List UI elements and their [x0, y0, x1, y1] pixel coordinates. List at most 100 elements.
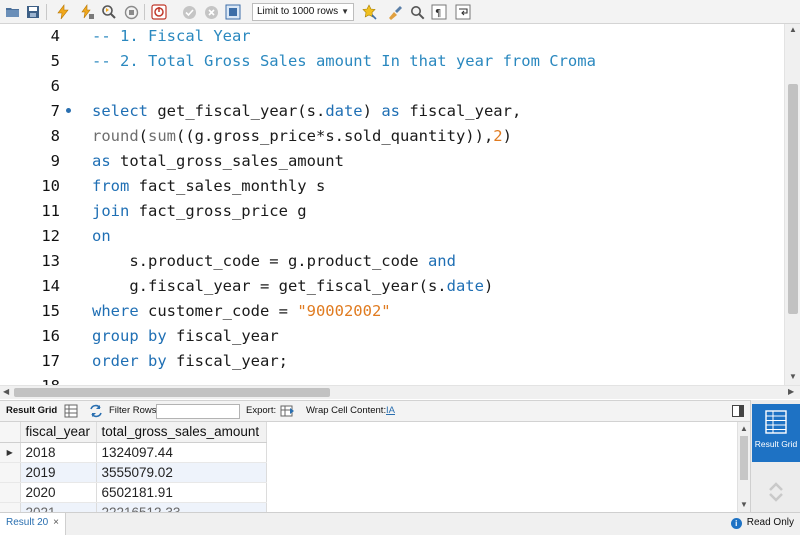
brush-icon[interactable]	[386, 3, 404, 21]
beautify-icon[interactable]	[360, 3, 378, 21]
result-grid-icon	[765, 410, 787, 434]
code-line: g.fiscal_year = get_fiscal_year(s.date)	[92, 277, 494, 295]
table-cell[interactable]: 2018	[20, 442, 97, 463]
line-number: 16	[41, 327, 60, 345]
code-line: order by fiscal_year;	[92, 352, 289, 370]
line-number: 7	[50, 102, 60, 120]
export-label: Export:	[246, 405, 277, 416]
scrollbar-thumb[interactable]	[788, 84, 798, 314]
wrap-cell-content-icon[interactable]: IA	[386, 405, 395, 416]
table-row[interactable]: 2019 3555079.02	[0, 462, 267, 483]
grid-layout-icon[interactable]	[64, 404, 80, 419]
toggle-result-icon[interactable]	[224, 3, 242, 21]
table-cell[interactable]: 2021	[20, 502, 97, 512]
line-number: 10	[41, 177, 60, 195]
scroll-down-icon[interactable]: ▼	[740, 500, 748, 509]
find-icon[interactable]	[408, 3, 426, 21]
result-side-panel: Result Grid	[750, 400, 800, 512]
result-grid-button[interactable]: Result Grid	[752, 404, 800, 462]
table-row[interactable]: 2020 6502181.91	[0, 482, 267, 503]
scroll-down-icon[interactable]: ▼	[789, 372, 797, 381]
result-grid-tab[interactable]: Result Grid	[6, 405, 57, 416]
line-number: 14	[41, 277, 60, 295]
line-number: 18	[0, 377, 60, 385]
panel-toggle-icon[interactable]	[732, 405, 748, 420]
line-number: 6	[50, 77, 60, 95]
code-line: -- 1. Fiscal Year	[92, 27, 251, 45]
scrollbar-thumb[interactable]	[740, 436, 748, 480]
info-icon: i	[730, 518, 742, 529]
table-cell[interactable]: 2019	[20, 462, 97, 483]
code-line: s.product_code = g.product_code and	[92, 252, 456, 270]
row-header	[0, 502, 21, 512]
result-grid-button-label: Result Grid	[754, 439, 798, 449]
column-header[interactable]: fiscal_year	[20, 422, 97, 443]
current-row-arrow-icon: ▶	[0, 442, 21, 463]
execute-current-icon[interactable]	[78, 3, 96, 21]
line-number: 13	[41, 252, 60, 270]
svg-text:¶: ¶	[435, 8, 441, 19]
table-header-row: fiscal_year total_gross_sales_amount	[0, 422, 267, 443]
line-number: 15	[41, 302, 60, 320]
table-cell[interactable]: 1324097.44	[96, 442, 267, 463]
line-number: 11	[41, 202, 60, 220]
table-row[interactable]: 2021 22216512.33	[0, 502, 267, 512]
result-grid[interactable]: fiscal_year total_gross_sales_amount ▶ 2…	[0, 422, 737, 512]
line-number: 4	[50, 27, 60, 45]
invisible-chars-icon[interactable]: ¶	[430, 3, 448, 21]
toolbar-separator	[46, 4, 47, 20]
line-number: 17	[41, 352, 60, 370]
scroll-up-icon[interactable]: ▲	[789, 25, 797, 34]
table-cell[interactable]: 22216512.33	[96, 502, 267, 512]
sql-editor[interactable]: 4 -- 1. Fiscal Year 5 -- 2. Total Gross …	[0, 24, 800, 385]
expand-panel-icon[interactable]	[767, 480, 785, 504]
row-header-corner	[0, 422, 21, 443]
wrap-icon[interactable]	[454, 3, 472, 21]
table-cell[interactable]: 3555079.02	[96, 462, 267, 483]
rollback-icon[interactable]	[202, 3, 220, 21]
execute-icon[interactable]	[54, 3, 72, 21]
export-icon[interactable]	[280, 404, 296, 419]
table-cell[interactable]: 2020	[20, 482, 97, 503]
code-line: -- 2. Total Gross Sales amount In that y…	[92, 52, 596, 70]
code-line: join fact_gross_price g	[92, 202, 307, 220]
scroll-up-icon[interactable]: ▲	[740, 424, 748, 433]
refresh-icon[interactable]	[88, 404, 104, 419]
code-line: where customer_code = "90002002"	[92, 302, 391, 320]
row-header	[0, 462, 21, 483]
limit-rows-value: Limit to 1000 rows	[257, 6, 339, 17]
table-row[interactable]: ▶ 2018 1324097.44	[0, 442, 267, 463]
read-only-label: Read Only	[746, 517, 794, 528]
scrollbar-thumb[interactable]	[14, 388, 330, 397]
folder-open-icon[interactable]	[4, 3, 22, 21]
commit-icon[interactable]	[180, 3, 198, 21]
code-line: round(sum((g.gross_price*s.sold_quantity…	[92, 127, 512, 145]
code-line: as total_gross_sales_amount	[92, 152, 344, 170]
code-line: on	[92, 227, 111, 245]
scroll-right-icon[interactable]: ▶	[788, 387, 794, 396]
result-grid-scrollbar[interactable]: ▲ ▼	[737, 422, 750, 512]
scroll-left-icon[interactable]: ◀	[3, 387, 9, 396]
line-number: 9	[50, 152, 60, 170]
editor-horizontal-scrollbar[interactable]: ◀ ▶	[0, 385, 800, 399]
result-tabs-bar: Result 20 × i Read Only	[0, 512, 800, 535]
editor-vertical-scrollbar[interactable]: ▲ ▼	[784, 24, 800, 385]
read-only-status: i Read Only	[730, 517, 794, 529]
save-icon[interactable]	[24, 3, 42, 21]
limit-rows-select[interactable]: Limit to 1000 rows ▼	[252, 3, 354, 21]
stop-icon[interactable]	[122, 3, 140, 21]
result-toolbar: Result Grid Filter Rows: Export: Wrap Ce…	[0, 400, 750, 422]
filter-rows-input[interactable]	[156, 404, 240, 419]
toolbar-separator	[144, 4, 145, 20]
table-cell[interactable]: 6502181.91	[96, 482, 267, 503]
result-table: fiscal_year total_gross_sales_amount ▶ 2…	[0, 422, 267, 512]
statement-marker-icon	[66, 108, 71, 113]
explain-icon[interactable]	[100, 3, 118, 21]
editor-toolbar: Limit to 1000 rows ▼ ¶	[0, 0, 800, 24]
column-header[interactable]: total_gross_sales_amount	[96, 422, 267, 443]
row-header	[0, 482, 21, 503]
chevron-down-icon: ▼	[341, 7, 349, 16]
result-tab[interactable]: Result 20 ×	[0, 513, 66, 535]
close-icon[interactable]: ×	[53, 513, 59, 533]
toggle-autocommit-icon[interactable]	[150, 3, 168, 21]
